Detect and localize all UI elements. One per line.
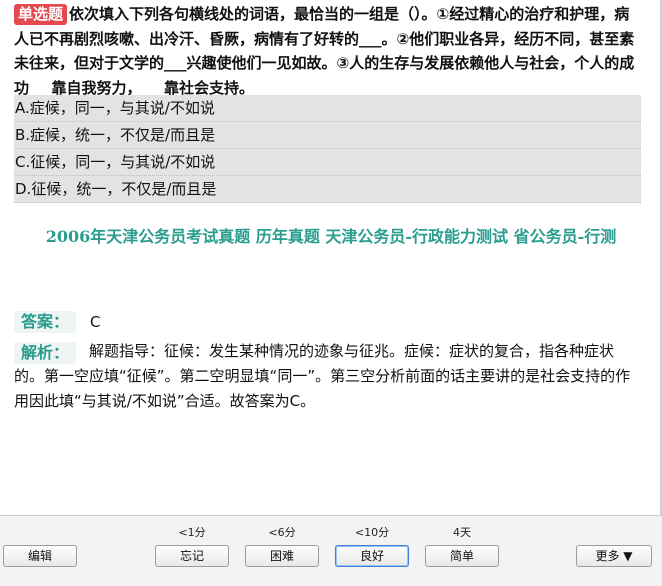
- hard-button[interactable]: 困难: [245, 545, 319, 567]
- analysis-text: 解题指导：征候：发生某种情况的迹象与征兆。症候：症状的复合，指各种症状的。第一空…: [14, 342, 631, 410]
- analysis-block: 解题指导：征候：发生某种情况的迹象与征兆。症候：症状的复合，指各种症状的。第一空…: [14, 339, 642, 414]
- question-text: 依次填入下列各句横线处的词语，最恰当的一组是（）。①经过精心的治疗和护理，病人已…: [14, 5, 635, 97]
- option-a: A.症候，同一，与其说/不如说: [14, 95, 641, 122]
- review-toolbar: 编辑 <1分 忘记 <6分 困难 <10分 良好 4天 简单 更多 ▼: [0, 515, 662, 586]
- option-c: C.征候，同一，与其说/不如说: [14, 149, 641, 176]
- forget-interval-hint: <1分: [178, 526, 206, 539]
- question-source: 2006年天津公务员考试真题 历年真题 天津公务员-行政能力测试 省公务员-行测: [45, 227, 617, 246]
- more-button[interactable]: 更多 ▼: [576, 545, 652, 567]
- option-b: B.症候，统一，不仅是/而且是: [14, 122, 641, 149]
- option-d: D.征候，统一，不仅是/而且是: [14, 176, 641, 203]
- question-type-tag: 单选题: [14, 4, 68, 25]
- easy-button[interactable]: 简单: [425, 545, 499, 567]
- hard-interval-hint: <6分: [268, 526, 296, 539]
- answer-value: C: [90, 313, 101, 331]
- easy-interval-hint: 4天: [453, 526, 471, 539]
- card-content: 单选题 依次填入下列各句横线处的词语，最恰当的一组是（）。①经过精心的治疗和护理，…: [0, 0, 662, 515]
- good-interval-hint: <10分: [354, 526, 390, 539]
- edit-button[interactable]: 编辑: [3, 545, 77, 567]
- forget-button[interactable]: 忘记: [155, 545, 229, 567]
- answer-label: 答案：: [14, 311, 77, 333]
- question-block: 单选题 依次填入下列各句横线处的词语，最恰当的一组是（）。①经过精心的治疗和护理，…: [14, 2, 644, 100]
- options-list: A.症候，同一，与其说/不如说 B.症候，统一，不仅是/而且是 C.征候，同一，…: [14, 95, 641, 203]
- good-button[interactable]: 良好: [335, 545, 409, 567]
